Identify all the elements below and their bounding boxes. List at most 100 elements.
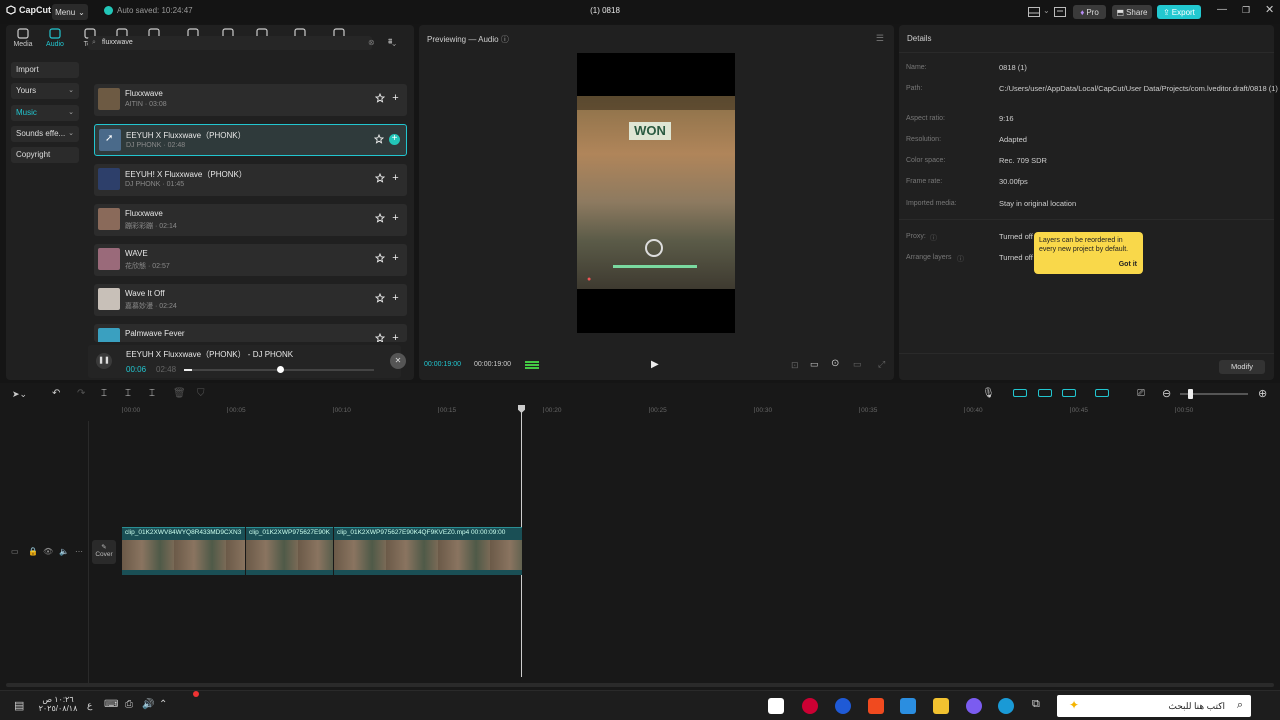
sidebar-item-music[interactable]: Music ⌄	[11, 105, 79, 121]
edge-icon[interactable]	[998, 698, 1014, 714]
track-eye-icon[interactable]: 👁	[43, 547, 53, 556]
ratio-icon[interactable]: ▭	[810, 359, 819, 370]
undo-icon[interactable]: ↶	[52, 388, 60, 399]
star-icon[interactable]	[375, 93, 385, 103]
star-icon[interactable]	[375, 253, 385, 263]
minimize-icon[interactable]: —	[1217, 4, 1227, 15]
layout-icon[interactable]	[1028, 7, 1040, 17]
restore-icon[interactable]: ❐	[1242, 5, 1250, 16]
sidebar-item-sounds-effe-[interactable]: Sounds effe... ⌄	[11, 126, 79, 142]
star-icon[interactable]	[375, 333, 385, 342]
close-icon[interactable]: ✕	[1265, 3, 1274, 16]
delete-icon[interactable]: 🗑	[173, 388, 186, 399]
language-indicator[interactable]: ع	[87, 700, 92, 711]
video-clip[interactable]: clip_01K2XWP975627E90K4QF9KVEZ0.mp4 00:0…	[334, 527, 522, 575]
music-item[interactable]: Palmwave Fever +	[94, 324, 407, 342]
preview-axis-icon[interactable]	[1062, 389, 1076, 397]
crop-icon[interactable]: ⊡	[791, 360, 799, 371]
cover-button[interactable]: ✎ Cover	[92, 540, 116, 564]
copilot-icon[interactable]	[966, 698, 982, 714]
trim-right-icon[interactable]: ⌶	[149, 388, 155, 399]
music-item[interactable]: WAVE 花欣態 · 02:57 +	[94, 244, 407, 276]
volume-icon[interactable]: 🔊	[142, 699, 154, 710]
redo-icon[interactable]: ↷	[77, 388, 85, 399]
folder-icon[interactable]	[933, 698, 949, 714]
pause-button[interactable]: ❚❚	[96, 353, 112, 369]
app-icon-2[interactable]	[835, 698, 851, 714]
link-icon[interactable]	[1038, 389, 1052, 397]
track-lock-icon[interactable]: 🔒	[28, 547, 38, 556]
pro-button[interactable]: ♦ Pro	[1073, 5, 1106, 19]
zoom-in-icon[interactable]: ⊕	[1258, 387, 1267, 400]
music-item[interactable]: EEYUH X Fluxxwave（PHONK） DJ PHONK · 02:48…	[94, 124, 407, 156]
store-icon[interactable]	[900, 698, 916, 714]
clock[interactable]: ١٠:٢٦ ص ٢٠٢٥/٠٨/١٨	[38, 695, 78, 713]
track-frame-icon[interactable]: ▭	[11, 547, 19, 556]
star-icon[interactable]	[374, 134, 384, 144]
fullscreen-icon[interactable]: ⤢	[878, 359, 885, 370]
close-player-button[interactable]: ✕	[390, 353, 406, 369]
track-more-icon[interactable]: ⋯	[75, 547, 83, 556]
tray-chevron-icon[interactable]: ⌃	[159, 699, 167, 710]
brave-icon[interactable]	[868, 698, 884, 714]
search-input[interactable]: ⌕ fluxxwave	[88, 36, 372, 50]
track-mute-icon[interactable]: 🔈	[59, 547, 69, 556]
split-icon[interactable]: ⌶	[101, 388, 107, 399]
app-icon-1[interactable]	[802, 698, 818, 714]
trim-left-icon[interactable]: ⌶	[125, 388, 131, 399]
play-button[interactable]: ▶	[651, 359, 659, 370]
zoom-slider-knob[interactable]	[1188, 389, 1193, 399]
add-to-track-icon[interactable]: +	[390, 253, 401, 264]
compare-icon[interactable]: ▭	[853, 359, 862, 370]
layout-dropdown-icon[interactable]: ⌄	[1043, 6, 1050, 15]
task-view-icon[interactable]: ⧉	[1032, 698, 1040, 711]
sidebar-item-import[interactable]: Import	[11, 62, 79, 78]
shield-icon[interactable]: ⛉	[197, 388, 205, 399]
filter-icon[interactable]: ⩩⌄	[388, 37, 396, 47]
video-clip[interactable]: clip_01K2XWP975627E90K	[246, 527, 333, 575]
music-item[interactable]: Fluxxwave 蹦彩彩蹦 · 02:14 +	[94, 204, 407, 236]
sidebar-item-yours[interactable]: Yours ⌄	[11, 83, 79, 99]
menu-button[interactable]: Menu ⌄	[52, 4, 88, 20]
playhead-handle[interactable]	[518, 405, 525, 413]
sidebar-item-copyright[interactable]: Copyright	[11, 147, 79, 163]
capcut-taskbar-icon[interactable]	[768, 698, 784, 714]
modify-button[interactable]: Modify	[1219, 360, 1265, 374]
network-icon[interactable]: ⎙	[125, 699, 133, 710]
star-icon[interactable]	[375, 293, 385, 303]
shortcut-icon[interactable]	[1054, 7, 1066, 17]
screenshot-icon[interactable]: ⊙	[831, 358, 839, 369]
star-icon[interactable]	[375, 173, 385, 183]
zoom-out-icon[interactable]: ⊖	[1162, 387, 1171, 400]
magnet-icon[interactable]	[1013, 389, 1027, 397]
add-to-track-icon[interactable]: +	[389, 134, 400, 145]
notification-icon[interactable]: ▤	[14, 699, 24, 712]
music-item[interactable]: EEYUH! X Fluxxwave（PHONK） DJ PHONK · 01:4…	[94, 164, 407, 196]
share-button[interactable]: ⬒ Share	[1112, 5, 1152, 19]
add-to-track-icon[interactable]: +	[390, 173, 401, 184]
add-to-track-icon[interactable]: +	[390, 93, 401, 104]
star-icon[interactable]	[375, 213, 385, 223]
player-progress-knob[interactable]	[276, 366, 284, 373]
timeline-scrollbar[interactable]	[6, 683, 1274, 687]
preview-menu-icon[interactable]: ☰	[876, 33, 884, 44]
select-tool-icon[interactable]: ➤⌄	[12, 389, 27, 400]
tab-audio[interactable]: Audio	[38, 28, 72, 48]
tab-media[interactable]: Media	[6, 28, 40, 48]
add-to-track-icon[interactable]: +	[390, 333, 401, 343]
keyboard-icon[interactable]: ⌨	[104, 699, 118, 710]
music-item[interactable]: Fluxxwave AITIN · 03:08 +	[94, 84, 407, 116]
add-to-track-icon[interactable]: +	[390, 213, 401, 224]
video-clip[interactable]: clip_01K2XWV84WYQ8R433MD9CXN3	[122, 527, 245, 575]
windows-search-box[interactable]: ✦ اكتب هنا للبحث ⌕	[1057, 695, 1251, 717]
info-icon-wrap: ⓘ	[957, 254, 964, 264]
export-button[interactable]: ⇪ Export	[1157, 5, 1201, 19]
got-it-button[interactable]: Got it	[1119, 261, 1137, 270]
clear-search-icon[interactable]: ⊗	[368, 38, 375, 47]
snap-icon[interactable]	[1095, 389, 1109, 397]
fit-icon[interactable]: ⎚	[1137, 388, 1145, 399]
add-to-track-icon[interactable]: +	[390, 293, 401, 304]
microphone-icon[interactable]: 🎙	[982, 388, 995, 399]
album-art	[98, 208, 120, 230]
music-item[interactable]: Wave It Off 嘉慕妙漫 · 02:24 +	[94, 284, 407, 316]
